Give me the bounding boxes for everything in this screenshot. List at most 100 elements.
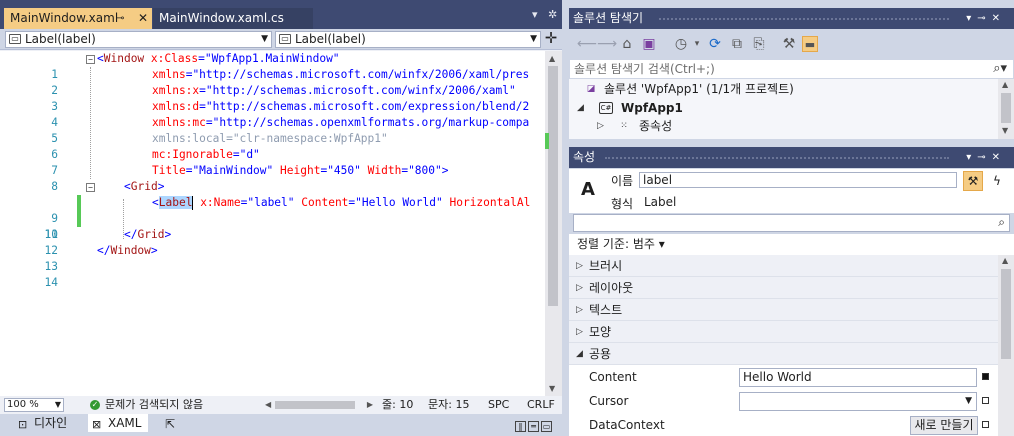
scroll-down-icon[interactable]: ▼ xyxy=(1002,126,1008,135)
tab-mainwindow-xaml[interactable]: MainWindow.xaml ⊸ ✕ xyxy=(4,8,152,29)
properties-search-input[interactable]: ⌕ xyxy=(573,214,1010,232)
pin-icon[interactable]: ⊸ xyxy=(977,152,991,163)
collapse-pane-icon[interactable]: ▭ xyxy=(541,421,552,432)
line-ending-indicator[interactable]: CRLF xyxy=(527,396,555,414)
token: Window xyxy=(103,52,145,65)
collapsed-triangle-icon[interactable]: ▷ xyxy=(597,117,604,135)
scroll-thumb[interactable] xyxy=(548,66,558,306)
horizontal-split-icon[interactable]: ═ xyxy=(528,421,539,432)
pane-splitter[interactable] xyxy=(562,0,569,436)
scroll-up-icon[interactable]: ▲ xyxy=(549,54,555,63)
collapsed-triangle-icon[interactable]: ▷ xyxy=(576,255,583,277)
token: "http://schemas.microsoft.com/winfx/2006… xyxy=(192,68,530,81)
vertical-split-icon[interactable]: ‖ xyxy=(515,421,526,432)
code-line: 9 − <Grid> xyxy=(0,179,545,225)
properties-object-header: A 이름 label ⚒ ϟ 형식 Label xyxy=(569,169,1014,213)
scroll-thumb[interactable] xyxy=(1001,269,1011,359)
property-marker[interactable] xyxy=(982,421,989,428)
collapsed-triangle-icon[interactable]: ▷ xyxy=(576,321,583,343)
pin-icon[interactable]: ⊸ xyxy=(977,13,991,24)
token: "Hello World" xyxy=(355,196,443,209)
sort-by-dropdown[interactable]: 정렬 기준: 범주 ▾ xyxy=(569,234,1014,255)
category-layout[interactable]: ▷ 레이아웃 xyxy=(569,277,998,299)
scroll-up-icon[interactable]: ▲ xyxy=(1002,256,1008,265)
collapse-icon[interactable]: − xyxy=(86,55,95,64)
gear-icon[interactable]: ✲ xyxy=(548,8,557,21)
pending-changes-icon[interactable]: ◷ xyxy=(673,36,689,52)
collapse-icon[interactable]: − xyxy=(86,183,95,192)
tab-design[interactable]: ⊡ 디자인 xyxy=(14,414,78,432)
scroll-left-icon[interactable]: ◀ xyxy=(265,396,271,414)
drag-grip[interactable] xyxy=(605,157,949,159)
line-indicator[interactable]: 줄: 10 xyxy=(382,396,413,414)
tab-mainwindow-xaml-cs[interactable]: MainWindow.xaml.cs xyxy=(153,8,313,29)
nav-combo-left[interactable]: ▭ Label(label) ▼ xyxy=(5,31,272,48)
new-button[interactable]: 새로 만들기 xyxy=(910,416,978,435)
drag-grip[interactable] xyxy=(659,18,949,20)
solution-search-input[interactable]: 솔루션 탐색기 검색(Ctrl+;) ⌕▾ xyxy=(569,59,1014,79)
token: xmlns:d xyxy=(152,100,200,113)
property-marker[interactable] xyxy=(982,373,989,380)
dropdown-arrow-icon[interactable]: ▾ xyxy=(966,13,977,24)
category-brush[interactable]: ▷ 브러시 xyxy=(569,255,998,277)
chevron-down-icon: ▼ xyxy=(261,34,268,44)
split-window-icon[interactable]: ✛ xyxy=(543,31,559,47)
close-icon[interactable]: ✕ xyxy=(992,13,1006,24)
property-marker[interactable] xyxy=(982,397,989,404)
close-icon[interactable]: ✕ xyxy=(138,8,148,29)
whitespace-indicator[interactable]: SPC xyxy=(488,396,509,414)
element-icon: ▭ xyxy=(279,34,291,44)
close-icon[interactable]: ✕ xyxy=(992,152,1006,163)
category-appearance[interactable]: ▷ 모양 xyxy=(569,321,998,343)
column-indicator[interactable]: 문자: 15 xyxy=(428,396,469,414)
property-row-cursor: Cursor ▼ xyxy=(569,389,998,413)
category-text[interactable]: ▷ 텍스트 xyxy=(569,299,998,321)
name-field[interactable]: label xyxy=(639,172,957,188)
category-common[interactable]: ◢ 공용 xyxy=(569,343,998,365)
collapsed-triangle-icon[interactable]: ▷ xyxy=(576,299,583,321)
token: > xyxy=(150,244,158,257)
label-control-icon: A xyxy=(581,179,595,200)
scroll-thumb[interactable] xyxy=(275,401,355,409)
code-vertical-scrollbar[interactable]: ▲ ▼ xyxy=(545,51,562,396)
swap-panes-icon[interactable]: ⇱ xyxy=(165,415,175,433)
back-icon[interactable]: ⟵ xyxy=(577,36,597,52)
expanded-triangle-icon[interactable]: ◢ xyxy=(576,343,583,365)
home-icon[interactable]: ⌂ xyxy=(619,36,635,52)
preview-icon[interactable]: ▬ xyxy=(802,36,818,52)
view-tabs: ⊡ 디자인 ⊠ XAML ⇱ ‖ ═ ▭ xyxy=(0,414,562,436)
dropdown-arrow-icon[interactable]: ▾ xyxy=(966,152,977,163)
sync-icon[interactable]: ⟳ xyxy=(707,36,723,52)
code-horizontal-scrollbar[interactable]: ◀ ▶ xyxy=(265,400,373,410)
scroll-up-icon[interactable]: ▲ xyxy=(1002,80,1008,89)
pin-icon[interactable]: ⊸ xyxy=(116,8,124,29)
collapse-all-icon[interactable]: ⧉ xyxy=(729,36,745,52)
tab-xaml[interactable]: ⊠ XAML xyxy=(88,414,148,432)
issues-status[interactable]: 문제가 검색되지 않음 xyxy=(105,396,203,414)
scroll-right-icon[interactable]: ▶ xyxy=(367,396,373,414)
dropdown-arrow-icon[interactable]: ▾ xyxy=(532,8,538,21)
token: "http://schemas.microsoft.com/winfx/2006… xyxy=(205,84,516,97)
forward-icon[interactable]: ⟶ xyxy=(597,36,617,52)
chevron-down-icon[interactable]: ▾ xyxy=(689,36,705,52)
collapsed-triangle-icon[interactable]: ▷ xyxy=(576,277,583,299)
properties-scrollbar[interactable]: ▲ xyxy=(998,255,1014,436)
properties-icon[interactable]: ⚒ xyxy=(781,36,797,52)
content-input[interactable]: Hello World xyxy=(739,368,977,387)
zoom-select[interactable]: 100 % ▼ xyxy=(4,398,64,412)
expanded-triangle-icon[interactable]: ◢ xyxy=(577,99,584,117)
events-view-icon[interactable]: ϟ xyxy=(987,171,1007,191)
switch-views-icon[interactable]: ▣ xyxy=(641,36,657,52)
nav-combo-right[interactable]: ▭ Label(label) ▼ xyxy=(275,31,541,48)
show-all-files-icon[interactable]: ⎘ xyxy=(751,36,767,52)
scroll-thumb[interactable] xyxy=(1001,93,1011,123)
code-line: 4 xmlns:d="http://schemas.microsoft.com/… xyxy=(0,99,545,129)
tree-scrollbar[interactable]: ▲ ▼ xyxy=(998,79,1014,139)
cursor-select[interactable]: ▼ xyxy=(739,392,977,411)
code-area[interactable]: 1 − <Window x:Class="WpfApp1.MainWindow"… xyxy=(0,51,545,396)
properties-view-icon[interactable]: ⚒ xyxy=(963,171,983,191)
code-line: 11 xyxy=(0,211,545,241)
scroll-down-icon[interactable]: ▼ xyxy=(549,384,555,393)
search-icon[interactable]: ⌕▾ xyxy=(993,60,1007,78)
search-icon[interactable]: ⌕ xyxy=(998,215,1005,230)
